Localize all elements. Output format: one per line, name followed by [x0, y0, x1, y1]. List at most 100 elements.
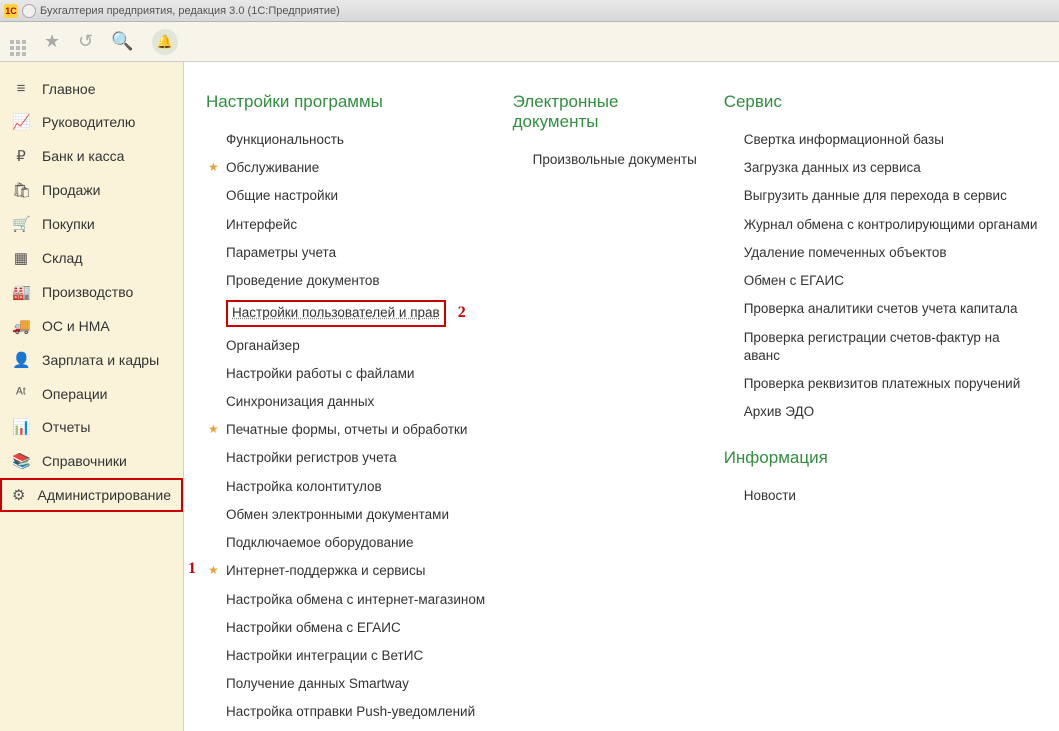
list-item-label: Настройки пользователей и прав	[226, 300, 446, 326]
list-item[interactable]: Настройка отправки Push-уведомлений	[206, 698, 493, 726]
list-item[interactable]: Проверка аналитики счетов учета капитала	[724, 295, 1039, 323]
list-item[interactable]: Настройки регистров учета	[206, 444, 493, 472]
list-item-label: Настройки работы с файлами	[226, 366, 414, 381]
list-item[interactable]: Подключаемое оборудование	[206, 529, 493, 557]
sidebar-item-4[interactable]: 🛒 Покупки	[0, 207, 183, 241]
history-icon[interactable]: ↺	[78, 31, 93, 52]
list-item-label: Интернет-поддержка и сервисы	[226, 563, 425, 578]
sidebar: ≡Главное📈Руководителю ₽ Банк и касса 🛍Прода…	[0, 62, 184, 731]
annotation-2: 2	[458, 304, 466, 321]
sidebar-item-12[interactable]: ⚙Администрирование	[0, 478, 183, 512]
list-item[interactable]: Обмен электронными документами	[206, 501, 493, 529]
sidebar-item-10[interactable]: 📊Отчеты	[0, 410, 183, 444]
list-item[interactable]: Настройки интеграции с ВетИС	[206, 642, 493, 670]
window-titlebar: 1C Бухгалтерия предприятия, редакция 3.0…	[0, 0, 1059, 22]
list-item[interactable]: Функциональность	[206, 126, 493, 154]
sidebar-item-label: Производство	[42, 284, 133, 300]
list-item[interactable]: Проведение документов	[206, 267, 493, 295]
nav-back-icon[interactable]	[22, 4, 36, 18]
list-item[interactable]: ★ Печатные формы, отчеты и обработки	[206, 416, 493, 444]
list-item[interactable]: Архив ЭДО	[724, 398, 1039, 426]
list-item-label: Печатные формы, отчеты и обработки	[226, 422, 467, 437]
sidebar-icon: ⚙	[12, 486, 26, 504]
sidebar-icon: 📊	[12, 418, 30, 436]
search-icon[interactable]: 🔍	[111, 31, 133, 52]
list-item[interactable]: Настройка колонтитулов	[206, 473, 493, 501]
sidebar-item-label: Зарплата и кадры	[42, 352, 159, 368]
sidebar-icon: 📚	[12, 452, 30, 470]
list-item-label: Обмен электронными документами	[226, 507, 449, 522]
sidebar-item-label: Покупки	[42, 216, 95, 232]
list-item-label: Журнал обмена с контролирующими органами	[744, 217, 1038, 232]
sidebar-icon: ≡	[12, 80, 30, 97]
list-item[interactable]: Настройки пользователей и прав 2	[206, 295, 493, 331]
list-item[interactable]: Журнал обмена с контролирующими органами	[724, 211, 1039, 239]
list-item[interactable]: Удаление помеченных объектов	[724, 239, 1039, 267]
sidebar-item-3[interactable]: 🛍Продажи	[0, 173, 183, 207]
list-item[interactable]: Обмен с ЕГАИС	[724, 267, 1039, 295]
list-item-label: Свертка информационной базы	[744, 132, 944, 147]
sidebar-item-label: Банк и касса	[42, 148, 124, 164]
list-item-label: Интерфейс	[226, 217, 297, 232]
sidebar-item-11[interactable]: 📚 Справочники	[0, 444, 183, 478]
list-item[interactable]: Настройка обмена с интернет-магазином	[206, 586, 493, 614]
top-toolbar: ★ ↺ 🔍 🔔	[0, 22, 1059, 62]
list-item[interactable]: Настройки работы с файлами	[206, 360, 493, 388]
window-title: Бухгалтерия предприятия, редакция 3.0 (1…	[40, 5, 340, 17]
list-item-label: Настройка обмена с интернет-магазином	[226, 592, 485, 607]
list-item[interactable]: Загрузка данных из сервиса	[724, 154, 1039, 182]
list-item[interactable]: Новости	[724, 482, 1039, 510]
list-item[interactable]: Общие настройки	[206, 182, 493, 210]
sidebar-item-label: Справочники	[42, 453, 127, 469]
list-item[interactable]: Произвольные документы	[513, 146, 704, 174]
sidebar-icon: ₽	[12, 147, 30, 165]
list-item[interactable]: Интерфейс	[206, 211, 493, 239]
list-item-label: Загрузка данных из сервиса	[744, 160, 921, 175]
sidebar-item-label: Операции	[42, 386, 108, 402]
sidebar-icon: 🏭	[12, 283, 30, 301]
apps-grid-icon[interactable]	[10, 28, 26, 56]
sidebar-item-7[interactable]: 🚚ОС и НМА	[0, 309, 183, 343]
sidebar-item-1[interactable]: 📈Руководителю	[0, 105, 183, 139]
list-item-label: Удаление помеченных объектов	[744, 245, 947, 260]
list-item[interactable]: Синхронизация данных	[206, 388, 493, 416]
list-item[interactable]: Выгрузить данные для перехода в сервис	[724, 182, 1039, 210]
info-list: Новости	[724, 482, 1039, 510]
sidebar-item-0[interactable]: ≡Главное	[0, 72, 183, 105]
list-item[interactable]: Органайзер	[206, 332, 493, 360]
section-title-info: Информация	[724, 448, 1039, 468]
list-item[interactable]: Параметры учета	[206, 239, 493, 267]
list-item-label: Обслуживание	[226, 160, 319, 175]
list-item[interactable]: Проверка реквизитов платежных поручений	[724, 370, 1039, 398]
sidebar-item-8[interactable]: 👤 Зарплата и кадры	[0, 343, 183, 377]
list-item-label: Параметры учета	[226, 245, 336, 260]
sidebar-item-5[interactable]: ▦Склад	[0, 241, 183, 275]
list-item-label: Органайзер	[226, 338, 300, 353]
list-item[interactable]: Проверка регистрации счетов-фактур на ав…	[724, 324, 1039, 370]
section-title-edocs: Электронные документы	[513, 92, 704, 132]
list-item[interactable]: Производительность	[206, 727, 493, 731]
list-item-label: Проверка регистрации счетов-фактур на ав…	[744, 330, 1000, 363]
list-item[interactable]: Свертка информационной базы	[724, 126, 1039, 154]
service-list: Свертка информационной базы Загрузка данн…	[724, 126, 1039, 426]
sidebar-item-6[interactable]: 🏭 Производство	[0, 275, 183, 309]
sidebar-icon: 🚚	[12, 317, 30, 335]
sidebar-item-9[interactable]: ᴬᵗ Операции	[0, 377, 183, 410]
content-area: Настройки программы Функциональность★Обс…	[184, 62, 1059, 731]
sidebar-icon: 🛍	[12, 181, 30, 199]
list-item[interactable]: Настройки обмена с ЕГАИС	[206, 614, 493, 642]
notifications-bell-icon[interactable]: 🔔	[152, 29, 178, 55]
list-item-label: Настройка колонтитулов	[226, 479, 382, 494]
list-item[interactable]: Получение данных Smartway	[206, 670, 493, 698]
sidebar-icon: ᴬᵗ	[12, 385, 30, 402]
settings-list: Функциональность ★ Обслуживание Общие настр…	[206, 126, 493, 731]
sidebar-icon: 👤	[12, 351, 30, 369]
list-item[interactable]: ★Интернет-поддержка и сервисы	[206, 557, 493, 585]
star-icon: ★	[208, 421, 219, 437]
app-logo-icon: 1C	[4, 4, 18, 18]
list-item[interactable]: ★ Обслуживание	[206, 154, 493, 182]
sidebar-item-2[interactable]: ₽ Банк и касса	[0, 139, 183, 173]
star-icon: ★	[208, 159, 219, 175]
favorite-star-icon[interactable]: ★	[44, 31, 60, 52]
sidebar-icon: 🛒	[12, 215, 30, 233]
